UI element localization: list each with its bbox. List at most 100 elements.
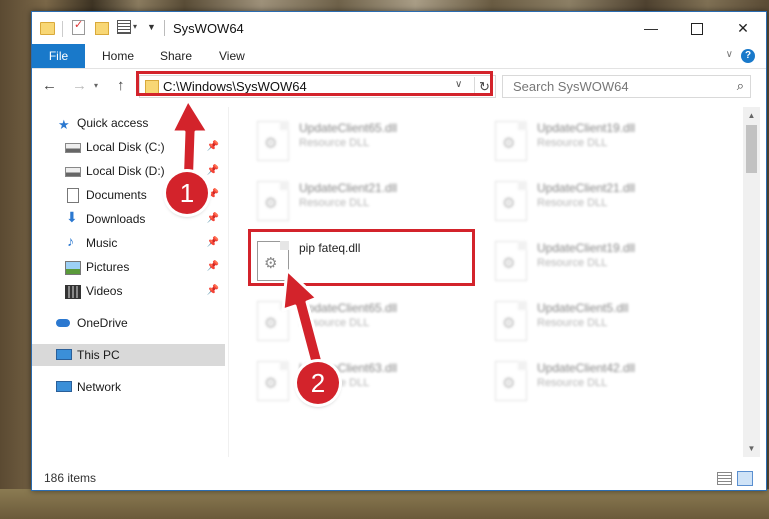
sidebar-item-this-pc[interactable]: This PC [32,344,225,366]
scroll-down-icon[interactable]: ▼ [743,440,760,457]
music-icon: ♪ [67,233,74,249]
large-icons-view-icon[interactable] [737,471,753,486]
sidebar-item-music[interactable]: ♪ Music 📌 [32,232,225,254]
onedrive-icon [56,319,70,327]
sidebar-item-label: Pictures [86,260,130,274]
window-title: SysWOW64 [173,21,244,36]
dll-file-icon: ⚙ [257,181,289,221]
title-divider [164,20,165,36]
dll-file-icon: ⚙ [495,121,527,161]
item-count: 186 items [44,471,97,485]
sidebar-item-label: Videos [86,284,123,298]
details-view-icon[interactable] [717,472,732,485]
videos-icon [65,285,81,299]
disk-icon [65,143,81,153]
dll-file-icon: ⚙ [495,241,527,281]
forward-arrow-icon[interactable]: → [72,77,87,94]
sidebar-item-label: Music [86,236,118,250]
disk-icon [65,167,81,177]
file-item[interactable]: ⚙ UpdateClient65.dll Resource DLL [249,115,479,167]
gear-icon: ⚙ [502,135,516,152]
file-item[interactable]: ⚙ UpdateClient19.dll Resource DLL [487,115,717,167]
pin-icon[interactable]: 📌 [207,256,219,278]
file-item[interactable]: ⚙ UpdateClient42.dll Resource DLL [487,355,717,407]
pin-icon[interactable]: 📌 [207,208,219,230]
dll-file-icon: ⚙ [495,181,527,221]
file-name: UpdateClient19.dll [537,121,636,135]
sidebar-item-label: This PC [77,348,120,362]
recent-locations-icon[interactable]: ▾ [94,81,98,90]
dll-file-icon: ⚙ [257,121,289,161]
file-type: Resource DLL [537,137,608,149]
pin-icon[interactable]: 📌 [207,280,219,302]
tab-view[interactable]: View [219,44,245,68]
tab-file[interactable]: File [32,44,85,68]
pictures-icon [65,261,81,275]
help-icon[interactable]: ? [741,49,755,63]
sidebar-item-label: Downloads [86,212,146,226]
maximize-icon [691,23,703,36]
sidebar-item-videos[interactable]: Videos 📌 [32,280,225,302]
sidebar-item-label: Quick access [77,116,149,130]
network-icon [56,381,72,392]
properties-icon[interactable] [72,18,85,35]
file-type: Resource DLL [537,257,608,269]
sidebar-item-onedrive[interactable]: OneDrive [32,312,225,334]
customize-toolbar-icon[interactable]: ▼ [147,22,156,32]
downloads-icon: ⬇ [66,209,78,225]
file-type: Resource DLL [299,197,370,209]
scroll-up-icon[interactable]: ▲ [743,107,760,124]
file-item[interactable]: ⚙ UpdateClient5.dll Resource DLL [487,295,717,347]
file-name: UpdateClient65.dll [299,121,398,135]
back-arrow-icon[interactable]: ← [42,77,57,94]
file-name: UpdateClient21.dll [299,181,398,195]
file-item[interactable]: ⚙ UpdateClient21.dll Resource DLL [249,175,479,227]
file-type: Resource DLL [537,197,608,209]
sidebar-item-label: Network [77,380,122,394]
documents-icon [67,188,79,203]
up-arrow-icon[interactable]: ↑ [117,77,125,94]
desktop-background [0,489,769,519]
file-type: Resource DLL [537,377,608,389]
file-type: Resource DLL [299,137,370,149]
gear-icon: ⚙ [502,255,516,272]
file-name: UpdateClient42.dll [537,361,636,375]
view-options-icon[interactable] [117,20,131,34]
scroll-thumb[interactable] [746,125,757,173]
gear-icon: ⚙ [502,375,516,392]
maximize-button[interactable] [674,12,720,44]
step-badge-2: 2 [297,362,339,404]
gear-icon: ⚙ [502,195,516,212]
search-input[interactable]: Search SysWOW64 ⌕ [502,75,751,98]
file-name: UpdateClient19.dll [537,241,636,255]
chevron-down-icon[interactable]: ▾ [133,22,137,31]
sidebar-item-pictures[interactable]: Pictures 📌 [32,256,225,278]
file-name: UpdateClient21.dll [537,181,636,195]
dll-file-icon: ⚙ [495,361,527,401]
gear-icon: ⚙ [264,195,278,212]
pin-icon[interactable]: 📌 [207,232,219,254]
close-button[interactable]: ✕ [720,12,766,44]
this-pc-icon [56,349,72,360]
quick-access-toolbar-divider [62,21,63,37]
minimize-button[interactable]: — [628,12,674,44]
status-bar: 186 items [32,467,766,489]
star-icon: ★ [58,117,70,132]
expand-ribbon-icon[interactable]: ∨ [726,49,733,60]
title-bar: ▾ ▼ SysWOW64 — ✕ [32,12,766,44]
search-icon[interactable]: ⌕ [737,78,744,94]
vertical-scrollbar[interactable]: ▲ ▼ [743,107,760,457]
sidebar-item-network[interactable]: Network [32,376,225,398]
ribbon-tabs: File Home Share View ∨ ? [32,44,766,69]
tab-share[interactable]: Share [160,44,192,68]
folder-icon [40,22,55,35]
sidebar-item-label: OneDrive [77,316,128,330]
sidebar-item-label: Documents [86,188,147,202]
file-item[interactable]: ⚙ UpdateClient19.dll Resource DLL [487,235,717,287]
file-item[interactable]: ⚙ UpdateClient21.dll Resource DLL [487,175,717,227]
tab-home[interactable]: Home [102,44,134,68]
new-folder-icon[interactable] [95,22,109,35]
gear-icon: ⚙ [264,135,278,152]
file-type: Resource DLL [537,317,608,329]
dll-file-icon: ⚙ [495,301,527,341]
